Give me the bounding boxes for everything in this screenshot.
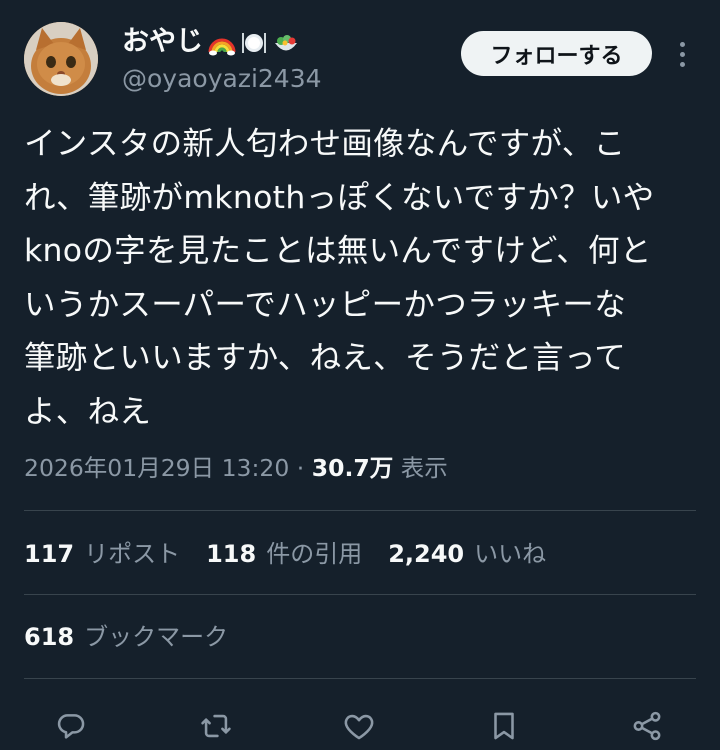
- follow-button[interactable]: フォローする: [461, 31, 652, 76]
- cat-avatar-image: [24, 22, 98, 96]
- repost-button[interactable]: [194, 704, 238, 748]
- likes-count: 2,240: [388, 540, 465, 568]
- views-label: 表示: [400, 454, 448, 482]
- views-count: 30.7万: [311, 454, 394, 482]
- reposts-count: 117: [24, 540, 75, 568]
- like-button[interactable]: [337, 704, 381, 748]
- engagement-stats: 117 リポスト 118 件の引用 2,240 いいね: [24, 537, 572, 571]
- rainbow-emoji-icon: [208, 38, 236, 55]
- bookmark-icon: [494, 712, 514, 740]
- reposts-stat[interactable]: 117 リポスト: [24, 537, 180, 571]
- like-icon: [344, 714, 374, 740]
- likes-stat[interactable]: 2,240 いいね: [388, 537, 546, 571]
- author-name-text: おやじ: [122, 26, 203, 57]
- quotes-count: 118: [206, 540, 257, 568]
- share-icon: [633, 711, 661, 741]
- bookmarks-stat[interactable]: 618 ブックマーク: [24, 620, 228, 654]
- bookmarks-label: ブックマーク: [84, 623, 229, 651]
- divider: [24, 678, 696, 679]
- tweet-text: インスタの新人匂わせ画像なんですが、こ れ、筆跡がmknothっぽくないですか？…: [24, 126, 655, 430]
- bookmark-button[interactable]: [482, 704, 526, 748]
- tweet-datetime[interactable]: 2026年01月29日 13:20: [24, 454, 289, 482]
- more-dot: [679, 41, 685, 47]
- action-bar: [0, 700, 720, 750]
- reposts-label: リポスト: [84, 540, 181, 568]
- salad-emoji-icon: [275, 34, 297, 50]
- share-button[interactable]: [625, 704, 669, 748]
- plate-cutlery-emoji-icon: [242, 32, 266, 53]
- quotes-stat[interactable]: 118 件の引用: [206, 537, 362, 571]
- divider: [24, 594, 696, 595]
- quotes-label: 件の引用: [266, 540, 363, 568]
- avatar[interactable]: [24, 22, 98, 96]
- repost-icon: [201, 714, 231, 738]
- meta-separator: ·: [296, 454, 305, 482]
- likes-label: いいね: [474, 540, 547, 568]
- more-dot: [679, 61, 685, 67]
- reply-icon: [57, 714, 85, 739]
- tweet-meta: 2026年01月29日 13:20 · 30.7万 表示: [24, 451, 448, 485]
- author-handle[interactable]: @oyaoyazi2434: [122, 62, 322, 96]
- author-display-name[interactable]: おやじ: [122, 24, 301, 60]
- more-dot: [679, 51, 685, 57]
- bookmarks-count: 618: [24, 623, 75, 651]
- name-emoji-group: [207, 28, 301, 58]
- reply-button[interactable]: [49, 704, 93, 748]
- divider: [24, 510, 696, 511]
- more-vertical-icon[interactable]: [670, 38, 694, 70]
